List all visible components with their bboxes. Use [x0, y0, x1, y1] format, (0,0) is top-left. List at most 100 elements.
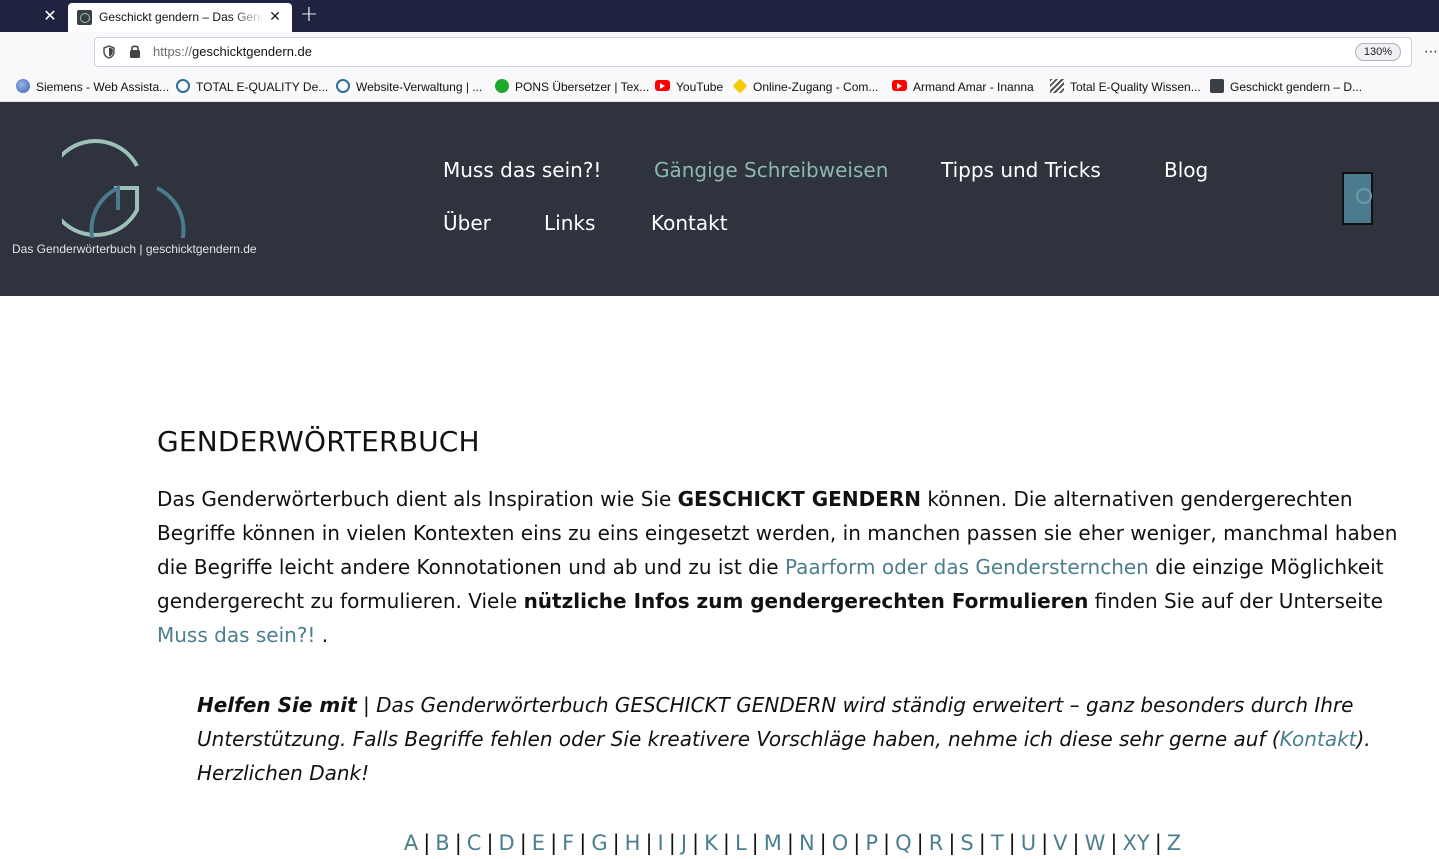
search-icon — [336, 79, 350, 93]
alphabet-letter-u[interactable]: U — [1021, 831, 1036, 855]
page-title: GENDERWÖRTERBUCH — [157, 425, 480, 458]
browser-tab-bar: ✕ Geschickt gendern – Das Genderwörterbu… — [0, 0, 1439, 32]
alphabet-letter-q[interactable]: Q — [895, 831, 912, 855]
geschickt-gendern-favicon-icon — [77, 10, 92, 25]
alphabet-letter-xy[interactable]: XY — [1122, 831, 1149, 855]
bookmark-armand-amar[interactable]: Armand Amar - Inanna — [892, 79, 1034, 95]
geschickt-gendern-icon — [1210, 79, 1224, 93]
alphabet-letter-b[interactable]: B — [435, 831, 449, 855]
tracking-shield-icon[interactable] — [103, 45, 115, 59]
previous-tab-close-icon[interactable]: ✕ — [38, 6, 62, 26]
bookmark-youtube[interactable]: YouTube — [655, 79, 723, 95]
intro-paragraph: Das Genderwörterbuch dient als Inspirati… — [157, 482, 1432, 652]
link-kontakt[interactable]: Kontakt — [1280, 727, 1357, 751]
lock-icon[interactable] — [129, 44, 141, 59]
search-toggle-button[interactable] — [1342, 172, 1373, 225]
alphabet-separator: | — [1008, 831, 1016, 855]
zoom-level-badge[interactable]: 130% — [1354, 43, 1401, 61]
link-paarform-gendersternchen[interactable]: Paarform oder das Gendersternchen — [785, 555, 1149, 579]
alphabet-letter-k[interactable]: K — [704, 831, 718, 855]
active-tab[interactable]: Geschickt gendern – Das Genderwörterbuch… — [68, 3, 292, 32]
alphabet-letter-n[interactable]: N — [799, 831, 815, 855]
alphabet-separator: | — [916, 831, 924, 855]
alphabet-letter-t[interactable]: T — [991, 831, 1004, 855]
alphabet-separator: | — [948, 831, 956, 855]
bookmark-label: TOTAL E-QUALITY De... — [196, 80, 329, 94]
gg-logo-icon — [62, 139, 186, 238]
alphabet-separator: | — [519, 831, 527, 855]
alphabet-letter-p[interactable]: P — [865, 831, 878, 855]
bookmark-label: Website-Verwaltung | ... — [356, 80, 483, 94]
bookmarks-toolbar: Siemens - Web Assista... TOTAL E-QUALITY… — [0, 72, 1439, 102]
bookmark-label: PONS Übersetzer | Tex... — [515, 80, 650, 94]
alphabet-separator: | — [786, 831, 794, 855]
alphabet-separator: | — [486, 831, 494, 855]
alphabet-letter-f[interactable]: F — [562, 831, 574, 855]
alphabet-separator: | — [579, 831, 587, 855]
pons-icon — [495, 79, 509, 93]
site-header: Das Genderwörterbuch | geschicktgendern.… — [0, 102, 1439, 296]
alphabet-separator: | — [978, 831, 986, 855]
bookmark-website-verwaltung[interactable]: Website-Verwaltung | ... — [336, 79, 482, 95]
alphabet-separator: | — [550, 831, 558, 855]
globe-icon — [16, 79, 30, 93]
alphabet-separator: | — [645, 831, 653, 855]
intro-bold-brand: GESCHICKT GENDERN — [677, 487, 921, 511]
alphabet-letter-i[interactable]: I — [658, 831, 664, 855]
menu-gaengige-schreibweisen[interactable]: Gängige Schreibweisen — [654, 158, 888, 182]
alphabet-letter-e[interactable]: E — [532, 831, 545, 855]
alphabet-separator: | — [668, 831, 676, 855]
bookmark-label: Armand Amar - Inanna — [913, 80, 1034, 94]
new-tab-plus-icon[interactable]: + — [298, 3, 320, 27]
menu-kontakt[interactable]: Kontakt — [651, 211, 728, 235]
url-host: geschicktgendern.de — [192, 44, 313, 59]
alphabet-letter-v[interactable]: V — [1053, 831, 1067, 855]
link-muss-das-sein[interactable]: Muss das sein?! — [157, 623, 315, 647]
bookmark-label: Siemens - Web Assista... — [36, 80, 170, 94]
alphabet-letter-w[interactable]: W — [1085, 831, 1106, 855]
alphabet-letter-g[interactable]: G — [591, 831, 607, 855]
alphabet-letter-l[interactable]: L — [735, 831, 747, 855]
bookmark-label: Total E-Quality Wissen... — [1070, 80, 1201, 94]
menu-links[interactable]: Links — [544, 211, 595, 235]
bookmark-total-equality[interactable]: TOTAL E-QUALITY De... — [176, 79, 328, 95]
help-notice: Helfen Sie mit | Das Genderwörterbuch GE… — [197, 688, 1427, 790]
tab-close-icon[interactable]: ✕ — [266, 8, 284, 26]
intro-bold-infos: nützliche Infos zum gendergerechten Form… — [523, 589, 1089, 613]
alphabet-letter-m[interactable]: M — [764, 831, 782, 855]
bookmark-siemens[interactable]: Siemens - Web Assista... — [16, 79, 169, 95]
alphabet-letter-d[interactable]: D — [499, 831, 515, 855]
site-logo[interactable]: Das Genderwörterbuch | geschicktgendern.… — [10, 138, 268, 262]
logo-tagline: Das Genderwörterbuch | geschicktgendern.… — [12, 242, 257, 256]
bookmark-commerzbank[interactable]: Online-Zugang - Com... — [732, 78, 879, 95]
menu-muss-das-sein[interactable]: Muss das sein?! — [443, 158, 601, 182]
address-bar[interactable]: https://geschicktgendern.de 130% — [94, 37, 1412, 67]
alphabet-letter-a[interactable]: A — [404, 831, 418, 855]
bookmark-total-equality-wissen[interactable]: Total E-Quality Wissen... — [1050, 79, 1201, 95]
document-icon — [1050, 79, 1064, 93]
bookmark-pons[interactable]: PONS Übersetzer | Tex... — [495, 79, 649, 95]
alphabet-letter-o[interactable]: O — [832, 831, 849, 855]
youtube-icon — [892, 80, 907, 91]
alphabet-letter-z[interactable]: Z — [1167, 831, 1181, 855]
alphabet-letter-r[interactable]: R — [929, 831, 944, 855]
search-icon — [176, 79, 190, 93]
url-text[interactable]: https://geschicktgendern.de — [153, 44, 312, 59]
bookmark-geschickt-gendern[interactable]: Geschickt gendern – D... — [1210, 79, 1362, 95]
menu-ueber[interactable]: Über — [443, 211, 491, 235]
bookmark-label: Online-Zugang - Com... — [753, 80, 879, 94]
alphabet-letter-h[interactable]: H — [625, 831, 641, 855]
menu-tipps-und-tricks[interactable]: Tipps und Tricks — [941, 158, 1101, 182]
alphabet-letter-s[interactable]: S — [960, 831, 973, 855]
intro-text: . — [315, 623, 329, 647]
search-icon — [1356, 188, 1372, 204]
alphabet-separator: | — [1041, 831, 1049, 855]
help-heading: Helfen Sie mit — [197, 693, 357, 717]
menu-blog[interactable]: Blog — [1164, 158, 1208, 182]
alphabet-separator: | — [751, 831, 759, 855]
browser-nav-bar: https://geschicktgendern.de 130% ⋯ — [0, 32, 1439, 72]
overflow-menu-icon[interactable]: ⋯ — [1424, 44, 1439, 60]
help-text: | Das Genderwörterbuch GESCHICKT GENDERN… — [197, 693, 1354, 751]
alphabet-separator: | — [819, 831, 827, 855]
alphabet-letter-c[interactable]: C — [467, 831, 482, 855]
